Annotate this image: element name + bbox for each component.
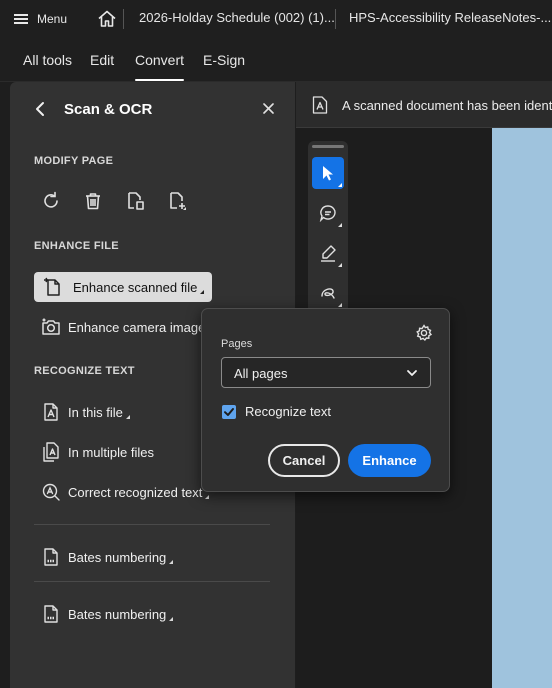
enhance-file-heading: ENHANCE FILE bbox=[34, 240, 119, 252]
comment-icon bbox=[319, 205, 336, 222]
menu-button[interactable]: Menu bbox=[14, 8, 67, 30]
modify-page-heading: MODIFY PAGE bbox=[34, 155, 114, 167]
tab-separator bbox=[123, 9, 124, 29]
insert-page-icon[interactable] bbox=[166, 190, 188, 212]
checkmark-icon bbox=[224, 408, 234, 416]
multiple-files-icon bbox=[43, 442, 59, 462]
recognize-text-label[interactable]: Recognize text bbox=[245, 404, 331, 419]
bates-numbering-option[interactable]: Bates numbering bbox=[40, 599, 174, 629]
cursor-icon bbox=[323, 166, 333, 181]
submenu-corner-icon bbox=[205, 495, 210, 499]
submenu-corner-icon bbox=[169, 617, 174, 621]
pages-label: Pages bbox=[221, 338, 253, 350]
menu-label: Menu bbox=[37, 12, 68, 26]
correct-recognized-text-option[interactable]: Correct recognized text bbox=[40, 477, 210, 507]
home-icon[interactable] bbox=[97, 9, 117, 29]
in-multiple-files-label: In multiple files bbox=[68, 444, 154, 460]
draw-squiggle-icon bbox=[321, 288, 335, 299]
submenu-corner-icon bbox=[125, 415, 130, 419]
submenu-corner-icon bbox=[338, 183, 342, 187]
comment-tool[interactable] bbox=[312, 197, 344, 229]
menu-esign[interactable]: E-Sign bbox=[203, 52, 245, 68]
hamburger-icon bbox=[14, 14, 28, 24]
submenu-corner-icon bbox=[200, 290, 205, 294]
enhance-options-popup: Pages All pages Recognize text Cancel En… bbox=[201, 308, 450, 492]
tab-accessibility-release-notes[interactable]: HPS-Accessibility ReleaseNotes-... bbox=[349, 10, 551, 25]
delete-icon[interactable] bbox=[82, 190, 104, 212]
in-this-file-label: In this file bbox=[68, 404, 123, 420]
bates-numbering-icon bbox=[44, 605, 58, 623]
in-multiple-files-option[interactable]: In multiple files bbox=[40, 437, 154, 467]
correct-text-icon bbox=[42, 483, 60, 501]
pages-select-value: All pages bbox=[234, 366, 288, 381]
menu-convert[interactable]: Convert bbox=[135, 52, 185, 81]
scanned-document-notification: A scanned document has been identif bbox=[296, 82, 552, 128]
quick-tools-toolbar bbox=[308, 141, 348, 316]
pages-select[interactable]: All pages bbox=[221, 357, 431, 388]
submenu-corner-icon bbox=[338, 223, 342, 227]
left-gutter bbox=[0, 82, 10, 688]
submenu-corner-icon bbox=[338, 303, 342, 307]
highlight-tool[interactable] bbox=[312, 237, 344, 269]
back-arrow-icon[interactable] bbox=[34, 101, 46, 117]
chevron-down-icon bbox=[407, 370, 417, 376]
notification-text: A scanned document has been identif bbox=[342, 98, 552, 113]
text-file-icon bbox=[44, 403, 58, 421]
pen-icon bbox=[321, 245, 336, 262]
panel-title: Scan & OCR bbox=[64, 101, 153, 118]
document-page-preview bbox=[492, 128, 552, 688]
enhance-scanned-file-label: Enhance scanned file bbox=[73, 279, 198, 295]
recognize-text-heading: RECOGNIZE TEXT bbox=[34, 365, 135, 377]
correct-recognized-text-label: Correct recognized text bbox=[68, 484, 203, 500]
scanned-document-icon bbox=[312, 96, 328, 114]
tab-bar: Menu 2026-Holday Schedule (002) (1)... H… bbox=[0, 0, 552, 38]
submenu-corner-icon bbox=[338, 263, 342, 267]
tab-holiday-schedule[interactable]: 2026-Holday Schedule (002) (1)... bbox=[139, 10, 335, 25]
toolbar-grip[interactable] bbox=[312, 145, 344, 148]
bates-numbering-label: Bates numbering bbox=[68, 606, 167, 622]
cancel-button[interactable]: Cancel bbox=[268, 444, 340, 477]
bates-numbering-icon bbox=[44, 548, 58, 566]
camera-icon bbox=[42, 318, 60, 335]
enhance-camera-image-option[interactable]: Enhance camera image bbox=[40, 312, 205, 342]
extract-page-icon[interactable] bbox=[124, 190, 146, 212]
menu-all-tools[interactable]: All tools bbox=[23, 52, 72, 68]
draw-tool[interactable] bbox=[312, 277, 344, 309]
gear-icon[interactable] bbox=[415, 324, 433, 342]
enhance-scanned-file-option[interactable]: Enhance scanned file bbox=[34, 272, 213, 302]
enhance-scan-icon bbox=[44, 277, 60, 296]
in-this-file-option[interactable]: In this file bbox=[40, 397, 130, 427]
bates-numbering-option[interactable]: Bates numbering bbox=[40, 542, 174, 572]
submenu-corner-icon bbox=[169, 560, 174, 564]
enhance-button[interactable]: Enhance bbox=[348, 444, 431, 477]
menu-bar: All tools Edit Convert E-Sign bbox=[0, 38, 552, 82]
bates-numbering-label: Bates numbering bbox=[68, 549, 167, 565]
close-icon[interactable] bbox=[263, 103, 274, 114]
recognize-text-checkbox[interactable] bbox=[222, 405, 236, 419]
divider bbox=[34, 581, 270, 582]
menu-edit[interactable]: Edit bbox=[90, 52, 114, 68]
rotate-icon[interactable] bbox=[40, 190, 62, 212]
select-tool[interactable] bbox=[312, 157, 344, 189]
divider bbox=[34, 524, 270, 525]
tab-separator bbox=[335, 9, 336, 29]
enhance-camera-image-label: Enhance camera image bbox=[68, 319, 206, 335]
